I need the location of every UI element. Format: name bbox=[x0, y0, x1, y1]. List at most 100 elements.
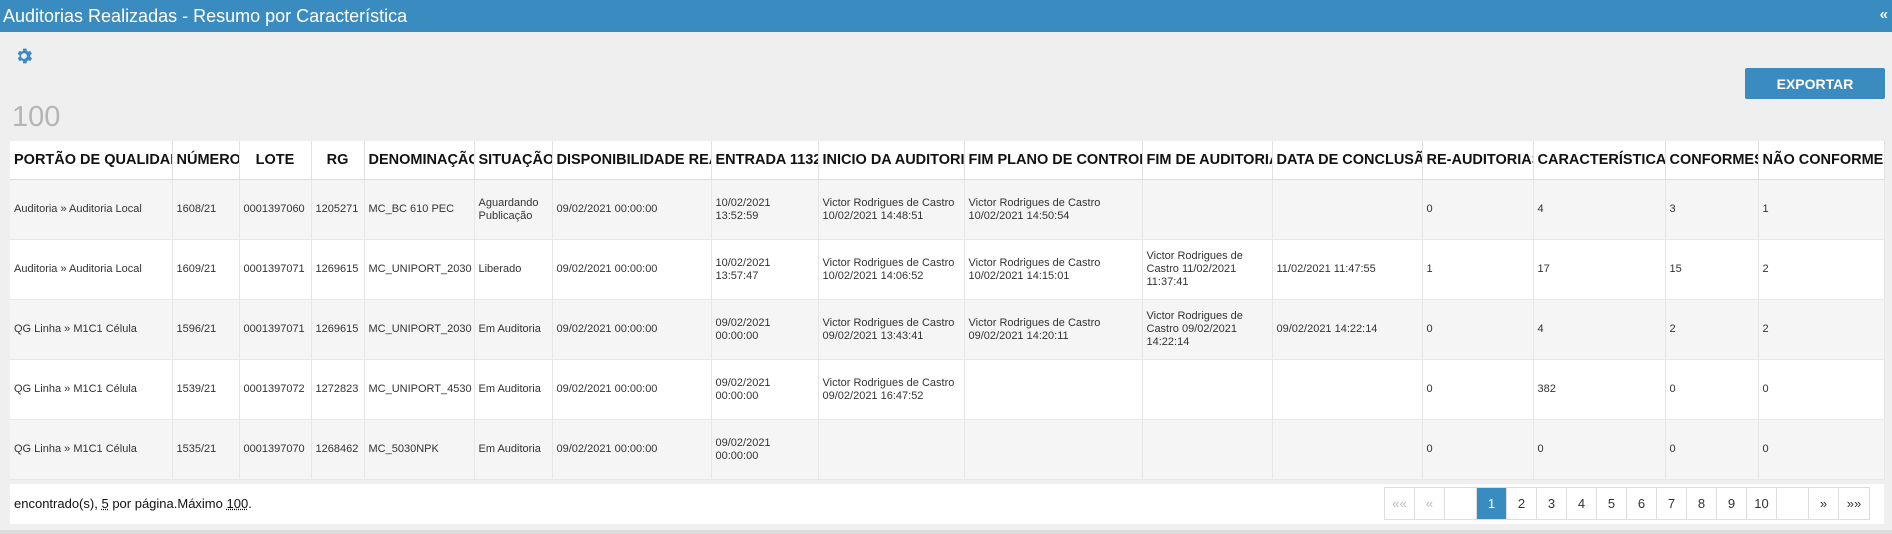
column-header[interactable]: CONFORMES bbox=[1665, 141, 1759, 180]
cell-nao-conformes: 2 bbox=[1758, 299, 1885, 360]
first-page-button[interactable]: «« bbox=[1385, 488, 1415, 519]
column-header[interactable]: NÃO CONFORMES bbox=[1758, 141, 1885, 180]
cell-situacao: Em Auditoria bbox=[474, 419, 553, 480]
audits-table: PORTÃO DE QUALIDADE NÚMERO LOTE RG DENOM… bbox=[10, 141, 1885, 480]
table-footer: encontrado(s), 5 por página.Máximo 100. … bbox=[10, 484, 1884, 524]
cell-rg: 1268462 bbox=[311, 419, 365, 480]
cell-rg: 1269615 bbox=[311, 299, 365, 360]
cell-inicio-auditoria bbox=[818, 419, 965, 480]
cell-entrada: 10/02/2021 13:52:59 bbox=[711, 179, 819, 240]
cell-nao-conformes: 1 bbox=[1758, 179, 1885, 240]
cell-inicio-auditoria: Victor Rodrigues de Castro 09/02/2021 13… bbox=[818, 299, 965, 360]
table-row[interactable]: QG Linha » M1C1 Célula 1539/21 0001397072 1… bbox=[10, 359, 1885, 420]
title-bar: Auditorias Realizadas - Resumo por Carac… bbox=[0, 0, 1892, 32]
cell-caracteristicas: 0 bbox=[1533, 419, 1666, 480]
table-body: Auditoria » Auditoria Local 1608/21 000139… bbox=[10, 179, 1885, 480]
cell-entrada: 09/02/2021 00:00:00 bbox=[711, 299, 819, 360]
page-button[interactable]: 10 bbox=[1747, 488, 1777, 519]
cell-data-conclusao bbox=[1272, 359, 1423, 420]
column-header[interactable]: SITUAÇÃO bbox=[474, 141, 553, 180]
cell-denominacao: MC_BC 610 PEC bbox=[364, 179, 475, 240]
cell-disponibilidade: 09/02/2021 00:00:00 bbox=[552, 299, 712, 360]
page-button[interactable]: 6 bbox=[1627, 488, 1657, 519]
cell-fim-auditoria bbox=[1142, 359, 1273, 420]
cell-nao-conformes: 0 bbox=[1758, 419, 1885, 480]
page-button[interactable]: 1 bbox=[1477, 488, 1507, 519]
prev-page-button[interactable]: « bbox=[1415, 488, 1445, 519]
column-header[interactable]: PORTÃO DE QUALIDADE bbox=[10, 141, 173, 180]
column-header[interactable]: INICIO DA AUDITORIA bbox=[818, 141, 965, 180]
cell-nao-conformes: 0 bbox=[1758, 359, 1885, 420]
results-text-middle: por página.Máximo bbox=[112, 496, 223, 511]
cell-situacao: Em Auditoria bbox=[474, 299, 553, 360]
column-header[interactable]: ENTRADA 1132 bbox=[711, 141, 819, 180]
cell-fim-auditoria: Victor Rodrigues de Castro 09/02/2021 14… bbox=[1142, 299, 1273, 360]
column-header[interactable]: RE-AUDITORIAS bbox=[1422, 141, 1534, 180]
column-header[interactable]: NÚMERO bbox=[172, 141, 240, 180]
cell-re-auditorias: 0 bbox=[1422, 179, 1534, 240]
cell-entrada: 10/02/2021 13:57:47 bbox=[711, 239, 819, 300]
cell-disponibilidade: 09/02/2021 00:00:00 bbox=[552, 419, 712, 480]
last-page-button[interactable]: »» bbox=[1839, 488, 1869, 519]
column-header[interactable]: CARACTERÍSTICAS bbox=[1533, 141, 1666, 180]
per-page-value[interactable]: 5 bbox=[101, 496, 108, 511]
column-header[interactable]: FIM DE AUDITORIA bbox=[1142, 141, 1273, 180]
column-header[interactable]: FIM PLANO DE CONTROLE bbox=[964, 141, 1143, 180]
cell-re-auditorias: 0 bbox=[1422, 299, 1534, 360]
cell-numero: 1609/21 bbox=[172, 239, 240, 300]
cell-denominacao: MC_5030NPK bbox=[364, 419, 475, 480]
pagination: «« « 1 2 3 4 5 6 7 8 9 10 » »» bbox=[1384, 487, 1870, 520]
column-header[interactable]: LOTE bbox=[239, 141, 312, 180]
cell-re-auditorias: 0 bbox=[1422, 419, 1534, 480]
max-value[interactable]: 100 bbox=[227, 496, 249, 511]
cell-conformes: 3 bbox=[1665, 179, 1759, 240]
cell-fim-auditoria bbox=[1142, 179, 1273, 240]
results-info: encontrado(s), 5 por página.Máximo 100. bbox=[14, 496, 252, 511]
cell-portao: QG Linha » M1C1 Célula bbox=[10, 359, 173, 420]
table-row[interactable]: Auditoria » Auditoria Local 1609/21 000139… bbox=[10, 239, 1885, 300]
next-page-button[interactable]: » bbox=[1809, 488, 1839, 519]
gear-icon[interactable] bbox=[14, 46, 34, 66]
cell-rg: 1272823 bbox=[311, 359, 365, 420]
cell-numero: 1608/21 bbox=[172, 179, 240, 240]
cell-rg: 1205271 bbox=[311, 179, 365, 240]
table-row[interactable]: Auditoria » Auditoria Local 1608/21 000139… bbox=[10, 179, 1885, 240]
cell-situacao: Aguardando Publicação bbox=[474, 179, 553, 240]
table-row[interactable]: QG Linha » M1C1 Célula 1535/21 0001397070 1… bbox=[10, 419, 1885, 480]
cell-fim-plano: Victor Rodrigues de Castro 10/02/2021 14… bbox=[964, 239, 1143, 300]
page-button[interactable]: 2 bbox=[1507, 488, 1537, 519]
collapse-icon[interactable]: « bbox=[1880, 6, 1888, 23]
column-header[interactable]: DISPONIBILIDADE REAL bbox=[552, 141, 712, 180]
cell-data-conclusao bbox=[1272, 179, 1423, 240]
cell-caracteristicas: 382 bbox=[1533, 359, 1666, 420]
page-button[interactable]: 9 bbox=[1717, 488, 1747, 519]
cell-fim-auditoria bbox=[1142, 419, 1273, 480]
column-header[interactable]: DATA DE CONCLUSÃO bbox=[1272, 141, 1423, 180]
page-button[interactable]: 5 bbox=[1597, 488, 1627, 519]
cell-numero: 1596/21 bbox=[172, 299, 240, 360]
cell-numero: 1535/21 bbox=[172, 419, 240, 480]
cell-re-auditorias: 1 bbox=[1422, 239, 1534, 300]
cell-situacao: Liberado bbox=[474, 239, 553, 300]
cell-numero: 1539/21 bbox=[172, 359, 240, 420]
export-button[interactable]: EXPORTAR bbox=[1745, 68, 1885, 99]
cell-lote: 0001397060 bbox=[239, 179, 312, 240]
page-button[interactable]: 4 bbox=[1567, 488, 1597, 519]
cell-entrada: 09/02/2021 00:00:00 bbox=[711, 359, 819, 420]
cell-denominacao: MC_UNIPORT_2030 bbox=[364, 299, 475, 360]
cell-situacao: Em Auditoria bbox=[474, 359, 553, 420]
cell-nao-conformes: 2 bbox=[1758, 239, 1885, 300]
bottom-border bbox=[0, 530, 1892, 534]
page-button[interactable]: 3 bbox=[1537, 488, 1567, 519]
column-header[interactable]: DENOMINAÇÃO bbox=[364, 141, 475, 180]
cell-conformes: 0 bbox=[1665, 359, 1759, 420]
column-header[interactable]: RG bbox=[311, 141, 365, 180]
table-row[interactable]: QG Linha » M1C1 Célula 1596/21 0001397071 1… bbox=[10, 299, 1885, 360]
cell-inicio-auditoria: Victor Rodrigues de Castro 09/02/2021 16… bbox=[818, 359, 965, 420]
record-count: 100 bbox=[12, 101, 61, 133]
cell-data-conclusao bbox=[1272, 419, 1423, 480]
cell-lote: 0001397070 bbox=[239, 419, 312, 480]
page-button[interactable]: 7 bbox=[1657, 488, 1687, 519]
cell-denominacao: MC_UNIPORT_2030 bbox=[364, 239, 475, 300]
page-button[interactable]: 8 bbox=[1687, 488, 1717, 519]
